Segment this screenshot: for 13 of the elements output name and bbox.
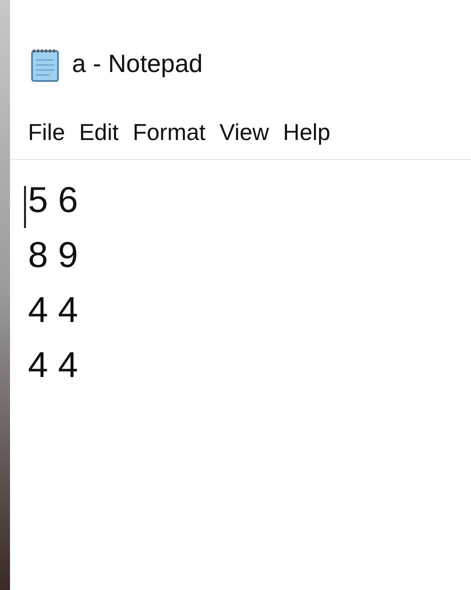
menu-item[interactable]: Format	[132, 121, 206, 144]
text-line: 8 9	[28, 233, 78, 277]
text-line: 4 4	[28, 343, 78, 387]
menu-item[interactable]: File	[28, 121, 66, 144]
text-line: 5 6	[28, 178, 78, 222]
text-area[interactable]: 5 6 8 9 4 4 4 4	[10, 160, 471, 590]
text-cursor	[24, 186, 26, 228]
menu-item[interactable]: Help	[282, 121, 330, 144]
notepad-icon	[30, 48, 60, 82]
text-line: 4 4	[28, 288, 78, 332]
menu-item[interactable]: Edit	[79, 121, 119, 144]
menu-item[interactable]: View	[220, 121, 269, 144]
window-title: a - Notepad	[72, 49, 203, 80]
